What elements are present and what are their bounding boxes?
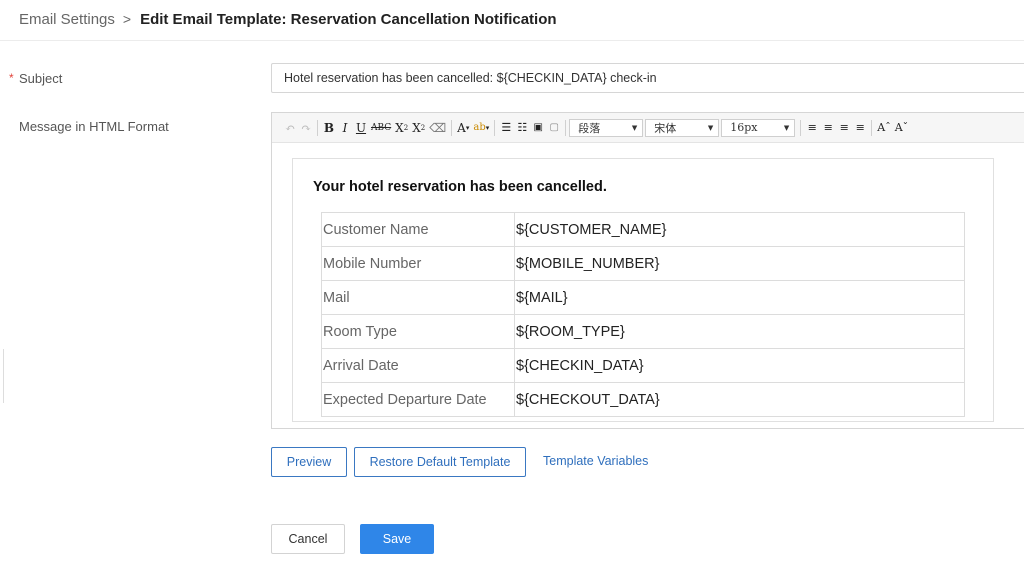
font-family-select[interactable]: 宋体 ▼ [645, 118, 720, 137]
ordered-list-icon[interactable]: ☰ [498, 119, 514, 137]
undo-icon[interactable]: ↶ [282, 119, 298, 137]
subject-label-text: Subject [19, 71, 63, 86]
subscript-icon[interactable]: X2 [410, 119, 427, 137]
row-value: ${MAIL} [514, 280, 965, 315]
highlight-icon[interactable]: ab ▾ [471, 119, 491, 137]
page-title: Edit Email Template: Reservation Cancell… [140, 10, 557, 28]
row-label: Room Type [321, 314, 515, 349]
align-justify-icon[interactable]: ≡ [836, 119, 852, 137]
row-label: Customer Name [321, 212, 515, 247]
subject-label: * Subject [9, 71, 63, 86]
superscript-icon[interactable]: X2 [393, 119, 410, 137]
chevron-down-icon: ▼ [631, 123, 638, 132]
paste-text-icon[interactable]: ▢ [546, 119, 562, 137]
breadcrumb: Email Settings > Edit Email Template: Re… [19, 10, 557, 28]
table-row: Room Type ${ROOM_TYPE} [321, 314, 965, 349]
editor-toolbar: ↶ ↷ B I U ABC X2 X2 ⌫ A ▾ ab ▾ ☰ ☷ ▣ ▢ 段… [272, 113, 1024, 143]
row-value: ${ROOM_TYPE} [514, 314, 965, 349]
italic-icon[interactable]: I [337, 119, 353, 137]
paragraph-select[interactable]: 段落 ▼ [569, 118, 644, 137]
table-row: Customer Name ${CUSTOMER_NAME} [321, 212, 965, 247]
row-value: ${CHECKIN_DATA} [514, 348, 965, 383]
unordered-list-icon[interactable]: ☷ [514, 119, 530, 137]
row-label: Arrival Date [321, 348, 515, 383]
chevron-down-icon: ▼ [707, 123, 714, 132]
align-left-icon[interactable]: ≡ [804, 119, 820, 137]
table-row: Mobile Number ${MOBILE_NUMBER} [321, 246, 965, 281]
bold-icon[interactable]: B [321, 119, 337, 137]
toolbar-divider [451, 119, 453, 136]
chevron-down-icon: ▼ [783, 123, 790, 132]
strikethrough-icon[interactable]: ABC [369, 119, 393, 137]
subject-input[interactable] [271, 63, 1024, 93]
toolbar-divider [494, 119, 496, 136]
side-scroll-handle [0, 349, 4, 403]
redo-icon[interactable]: ↷ [298, 119, 314, 137]
preview-button[interactable]: Preview [271, 447, 347, 477]
paragraph-select-value: 段落 [578, 121, 601, 135]
cancel-button[interactable]: Cancel [271, 524, 345, 554]
row-value: ${CUSTOMER_NAME} [514, 212, 965, 247]
message-label: Message in HTML Format [19, 119, 169, 134]
reservation-table: Customer Name ${CUSTOMER_NAME} Mobile Nu… [321, 212, 965, 417]
row-label: Mail [321, 280, 515, 315]
html-editor[interactable]: ↶ ↷ B I U ABC X2 X2 ⌫ A ▾ ab ▾ ☰ ☷ ▣ ▢ 段… [271, 112, 1024, 429]
email-body: Your hotel reservation has been cancelle… [292, 158, 994, 422]
font-shrink-icon[interactable]: Aˇ [893, 119, 910, 137]
save-button[interactable]: Save [360, 524, 434, 554]
eraser-icon[interactable]: ⌫ [427, 119, 448, 137]
header-divider [0, 40, 1024, 41]
row-value: ${MOBILE_NUMBER} [514, 246, 965, 281]
toolbar-divider [317, 119, 318, 136]
row-label: Mobile Number [321, 246, 515, 281]
align-right-icon[interactable]: ≡ [852, 119, 868, 137]
editor-content[interactable]: Your hotel reservation has been cancelle… [272, 143, 1024, 428]
font-grow-icon[interactable]: Aˆ [875, 119, 892, 137]
breadcrumb-email-settings[interactable]: Email Settings [19, 11, 115, 28]
table-row: Mail ${MAIL} [321, 280, 965, 315]
size-select-value: 16px [730, 121, 758, 134]
template-variables-link[interactable]: Template Variables [543, 454, 648, 468]
font-size-select[interactable]: 16px ▼ [721, 118, 796, 137]
restore-default-template-button[interactable]: Restore Default Template [354, 447, 526, 477]
toolbar-divider [800, 119, 802, 136]
align-center-icon[interactable]: ≡ [820, 119, 836, 137]
required-mark: * [9, 71, 14, 85]
email-heading: Your hotel reservation has been cancelle… [313, 179, 607, 195]
table-row: Expected Departure Date ${CHECKOUT_DATA} [321, 382, 965, 417]
row-label: Expected Departure Date [321, 382, 515, 417]
insert-code-icon[interactable]: ▣ [530, 119, 546, 137]
font-select-value: 宋体 [654, 121, 677, 135]
row-value: ${CHECKOUT_DATA} [514, 382, 965, 417]
toolbar-divider [871, 119, 873, 136]
breadcrumb-separator: > [122, 11, 132, 27]
table-row: Arrival Date ${CHECKIN_DATA} [321, 348, 965, 383]
font-color-icon[interactable]: A ▾ [455, 119, 471, 137]
underline-icon[interactable]: U [353, 119, 369, 137]
toolbar-divider [565, 119, 567, 136]
